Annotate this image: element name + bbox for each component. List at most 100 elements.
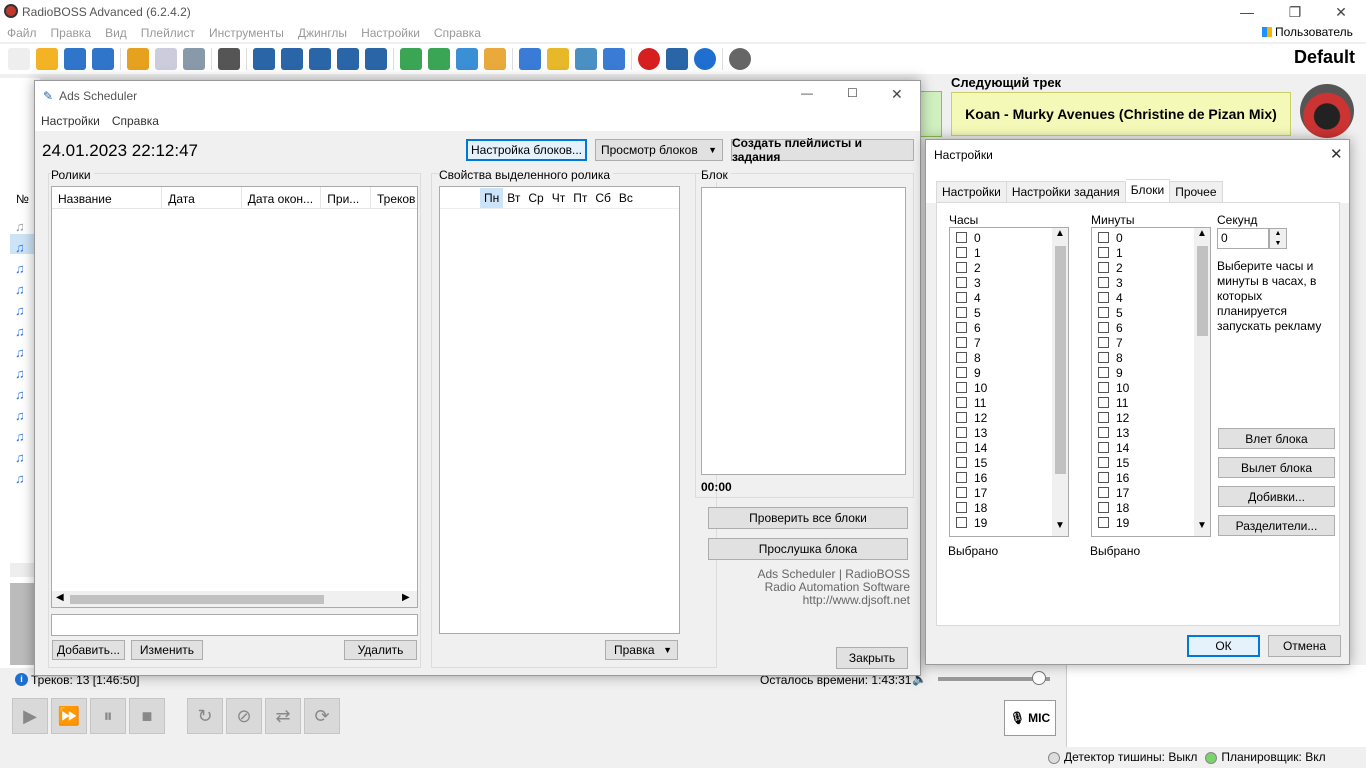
day-wed[interactable]: Ср xyxy=(524,188,547,208)
clip-filter-input[interactable] xyxy=(51,614,418,636)
day-mon[interactable]: Пн xyxy=(480,187,504,208)
checkbox-icon[interactable] xyxy=(956,277,967,288)
new-playlist-icon[interactable] xyxy=(8,48,30,70)
silence-detector-status[interactable]: Детектор тишины: Выкл xyxy=(1048,750,1197,764)
ads-menu-help[interactable]: Справка xyxy=(106,114,165,128)
col-start-date[interactable]: Дата начала xyxy=(162,187,242,208)
scroll-up-icon[interactable]: ▲ xyxy=(1055,228,1065,239)
minute-checkbox-row[interactable]: 12 xyxy=(1092,410,1210,425)
checkbox-icon[interactable] xyxy=(956,262,967,273)
minute-checkbox-row[interactable]: 5 xyxy=(1092,305,1210,320)
add-folder-icon[interactable] xyxy=(456,48,478,70)
hour-checkbox-row[interactable]: 0 xyxy=(950,230,1068,245)
hour-checkbox-row[interactable]: 3 xyxy=(950,275,1068,290)
minute-checkbox-row[interactable]: 13 xyxy=(1092,425,1210,440)
stats-icon[interactable] xyxy=(666,48,688,70)
volume-slider-thumb[interactable] xyxy=(1031,671,1046,685)
checkbox-icon[interactable] xyxy=(1098,337,1109,348)
spin-down-icon[interactable]: ▼ xyxy=(1270,239,1286,249)
hour-checkbox-row[interactable]: 1 xyxy=(950,245,1068,260)
pause-button[interactable]: ⏸ xyxy=(90,698,126,734)
checkbox-icon[interactable] xyxy=(1098,232,1109,243)
minute-checkbox-row[interactable]: 11 xyxy=(1092,395,1210,410)
minute-checkbox-row[interactable]: 17 xyxy=(1092,485,1210,500)
separators-button[interactable]: Разделители... xyxy=(1218,515,1335,536)
minute-checkbox-row[interactable]: 19 xyxy=(1092,515,1210,530)
delete-clip-button[interactable]: Удалить xyxy=(344,640,417,660)
minute-checkbox-row[interactable]: 7 xyxy=(1092,335,1210,350)
menu-item-4[interactable]: Инструменты xyxy=(202,26,291,40)
save-as-icon[interactable] xyxy=(92,48,114,70)
hour-checkbox-row[interactable]: 8 xyxy=(950,350,1068,365)
minutes-checklist[interactable]: 0 1 2 3 4 5 6 7 8 9 10 11 12 13 14 15 16 17 18 19 ▲ ▼ xyxy=(1091,227,1211,537)
credits-link[interactable]: http://www.djsoft.net xyxy=(685,594,910,607)
track-note-icon[interactable]: ♫ xyxy=(15,405,25,426)
record-icon[interactable] xyxy=(638,48,660,70)
minimize-icon[interactable]: — xyxy=(1224,0,1270,24)
checkbox-icon[interactable] xyxy=(1098,292,1109,303)
seconds-spinner[interactable]: ▲ ▼ xyxy=(1269,228,1287,249)
edit-clip-button[interactable]: Изменить xyxy=(131,640,203,660)
block-settings-button[interactable]: Настройка блоков... xyxy=(466,139,587,161)
hours-checklist[interactable]: 0 1 2 3 4 5 6 7 8 9 10 11 12 13 14 15 16 17 18 19 ▲ ▼ xyxy=(949,227,1069,537)
checkbox-icon[interactable] xyxy=(1098,352,1109,363)
minute-checkbox-row[interactable]: 15 xyxy=(1092,455,1210,470)
col-tracks[interactable]: Треков xyxy=(371,187,417,208)
ok-button[interactable]: ОК xyxy=(1187,635,1260,657)
cancel-button[interactable]: Отмена xyxy=(1268,635,1341,657)
track-note-icon[interactable]: ♫ xyxy=(15,258,25,279)
play-button[interactable]: ▶ xyxy=(12,698,48,734)
report-icon[interactable] xyxy=(603,48,625,70)
checkbox-icon[interactable] xyxy=(1098,457,1109,468)
check-all-blocks-button[interactable]: Проверить все блоки xyxy=(708,507,908,529)
hour-checkbox-row[interactable]: 6 xyxy=(950,320,1068,335)
checkbox-icon[interactable] xyxy=(956,457,967,468)
checkbox-icon[interactable] xyxy=(1098,322,1109,333)
hour-checkbox-row[interactable]: 17 xyxy=(950,485,1068,500)
track-note-icon[interactable]: ♫ xyxy=(15,300,25,321)
undo-icon[interactable] xyxy=(218,48,240,70)
checkbox-icon[interactable] xyxy=(1098,412,1109,423)
hour-checkbox-row[interactable]: 19 xyxy=(950,515,1068,530)
hours-scrollbar[interactable]: ▲ ▼ xyxy=(1052,228,1068,536)
ads-menu-settings[interactable]: Настройки xyxy=(35,114,106,128)
scroll-up-icon[interactable]: ▲ xyxy=(1197,228,1207,239)
minute-checkbox-row[interactable]: 16 xyxy=(1092,470,1210,485)
close-button[interactable]: Закрыть xyxy=(836,647,908,669)
checkbox-icon[interactable] xyxy=(956,247,967,258)
close-icon[interactable]: ✕ xyxy=(1318,0,1364,24)
mic-button[interactable]: 🎙 MIC xyxy=(1004,700,1056,736)
add-command-icon[interactable] xyxy=(484,48,506,70)
minute-checkbox-row[interactable]: 1 xyxy=(1092,245,1210,260)
checkbox-icon[interactable] xyxy=(956,307,967,318)
checkbox-icon[interactable] xyxy=(956,367,967,378)
hour-checkbox-row[interactable]: 5 xyxy=(950,305,1068,320)
layout-4-icon[interactable] xyxy=(337,48,359,70)
ads-icon[interactable] xyxy=(547,48,569,70)
track-note-icon[interactable]: ♫ xyxy=(15,447,25,468)
checkbox-icon[interactable] xyxy=(1098,382,1109,393)
menu-item-2[interactable]: Вид xyxy=(98,26,134,40)
checkbox-icon[interactable] xyxy=(956,382,967,393)
add-url-icon[interactable] xyxy=(428,48,450,70)
menu-item-0[interactable]: Файл xyxy=(0,26,44,40)
hour-checkbox-row[interactable]: 9 xyxy=(950,365,1068,380)
track-note-icon[interactable]: ♫ xyxy=(15,237,25,258)
col-name[interactable]: Название xyxy=(52,187,163,208)
track-note-icon[interactable]: ♫ xyxy=(15,216,25,237)
day-tue[interactable]: Вт xyxy=(503,188,524,208)
track-note-icon[interactable]: ♫ xyxy=(15,342,25,363)
shuffle-icon[interactable]: ⇄ xyxy=(265,698,301,734)
add-clip-button[interactable]: Добавить... xyxy=(52,640,125,660)
hour-checkbox-row[interactable]: 12 xyxy=(950,410,1068,425)
checkbox-icon[interactable] xyxy=(956,352,967,363)
fillers-button[interactable]: Добивки... xyxy=(1218,486,1335,507)
col-end-date[interactable]: Дата окон... xyxy=(242,187,322,208)
layout-5-icon[interactable] xyxy=(365,48,387,70)
layout-2-icon[interactable] xyxy=(281,48,303,70)
paste-icon[interactable] xyxy=(183,48,205,70)
close-icon[interactable]: ✕ xyxy=(891,86,903,103)
track-note-icon[interactable]: ♫ xyxy=(15,279,25,300)
checkbox-icon[interactable] xyxy=(956,472,967,483)
scroll-down-icon[interactable]: ▼ xyxy=(1055,520,1065,531)
